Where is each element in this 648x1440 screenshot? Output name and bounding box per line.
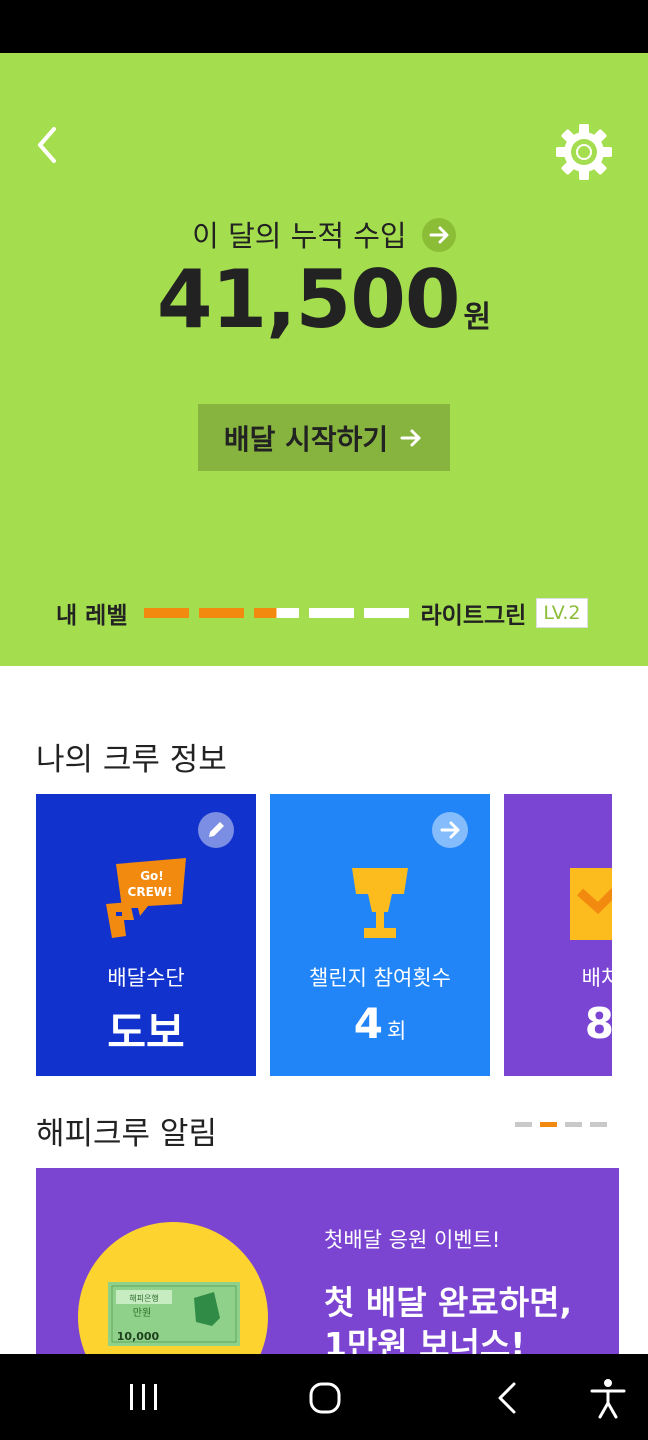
notices-title: 해피크루 알림 [36,1116,217,1152]
back-nav-button[interactable] [490,1378,524,1418]
earnings-title: 이 달의 누적 수입 [192,219,407,253]
level-badge: LV.2 [536,598,588,628]
chevron-left-icon [38,127,56,163]
voucher-amount: 10,000 [117,1330,160,1343]
event-banner[interactable]: 해피은행 만원 10,000 첫배달 응원 이벤트! 첫 배달 완료하면, 1만… [36,1168,619,1354]
voucher-bank: 해피은행 [129,1293,158,1303]
accessibility-icon [590,1379,626,1419]
level-segment [363,608,409,618]
level-segment [253,608,299,618]
checkmark-icon [570,868,612,940]
system-nav-bar [0,1354,648,1440]
home-icon [309,1382,341,1414]
trophy-icon [352,868,408,938]
recent-apps-button[interactable] [124,1380,164,1414]
earnings-amount: 41,500 원 [0,253,648,346]
pencil-icon [209,822,224,837]
card-value-number: 80 [584,999,612,1048]
banner-headline-2: 1만원 보너스! [324,1325,526,1354]
go-crew-icon: Go! CREW! [106,858,186,938]
banner-subtitle: 첫배달 응원 이벤트! [324,1228,501,1252]
arrow-right-icon [400,429,421,446]
arrow-right-icon [421,218,456,252]
level-row: 내 레벨 라이트그린 LV.2 [56,593,588,633]
level-label: 내 레벨 [56,603,128,629]
card-value-number: 4 [353,999,383,1048]
carousel-indicator [515,1122,615,1127]
start-delivery-label: 배달 시작하기 [223,422,389,456]
arrow-button[interactable] [432,812,468,848]
voucher-text: 만원 [133,1307,151,1319]
carousel-dot [515,1122,532,1127]
earnings-amount-unit: 원 [463,300,492,335]
crew-info-title: 나의 크루 정보 [36,742,227,778]
start-delivery-button[interactable]: 배달 시작하기 [198,404,450,471]
edit-button[interactable] [198,812,234,848]
carousel-dot-active [540,1122,557,1127]
level-segment [308,608,354,618]
svg-text:CREW!: CREW! [128,885,173,899]
crew-card-transport[interactable]: Go! CREW! 배달수단 도보 [36,794,256,1076]
crew-card-dispatch-clip: 배차 수 80 [504,794,612,1076]
crew-card-challenge[interactable]: 챌린지 참여횟수 4회 [270,794,490,1076]
card-label: 배달수단 [107,966,185,990]
earnings-amount-value: 41,500 [156,253,461,346]
level-segment [198,608,244,618]
accessibility-button[interactable] [588,1376,628,1420]
banner-headline-1: 첫 배달 완료하면, [324,1283,573,1322]
card-value-number: 도보 [107,1008,185,1057]
back-icon [498,1382,516,1414]
carousel-dot [590,1122,607,1127]
recent-apps-icon [130,1384,157,1410]
card-value: 도보 [36,999,256,1060]
arrow-right-icon [440,821,460,839]
voucher-icon: 해피은행 만원 10,000 [108,1282,240,1346]
crew-card-dispatch[interactable]: 배차 수 80 [504,794,612,1076]
level-segment [143,608,189,618]
back-button[interactable] [30,125,66,165]
card-label: 챌린지 참여횟수 [309,966,451,990]
card-value-unit: 회 [386,1019,407,1043]
gear-icon [556,124,612,180]
level-name: 라이트그린 [420,603,527,629]
svg-text:Go!: Go! [140,869,164,883]
earnings-header: 이 달의 누적 수입 41,500 원 배달 시작하기 내 레벨 라이트그린 LV… [0,53,648,666]
home-button[interactable] [305,1378,345,1418]
card-value: 4회 [270,999,490,1048]
carousel-dot [565,1122,582,1127]
card-label: 배차 수 [581,966,612,990]
settings-button[interactable] [555,123,613,181]
status-bar [0,0,648,53]
card-value: 80 [504,999,612,1048]
earnings-title-link[interactable]: 이 달의 누적 수입 [0,213,648,255]
level-progress-bar [143,608,419,618]
